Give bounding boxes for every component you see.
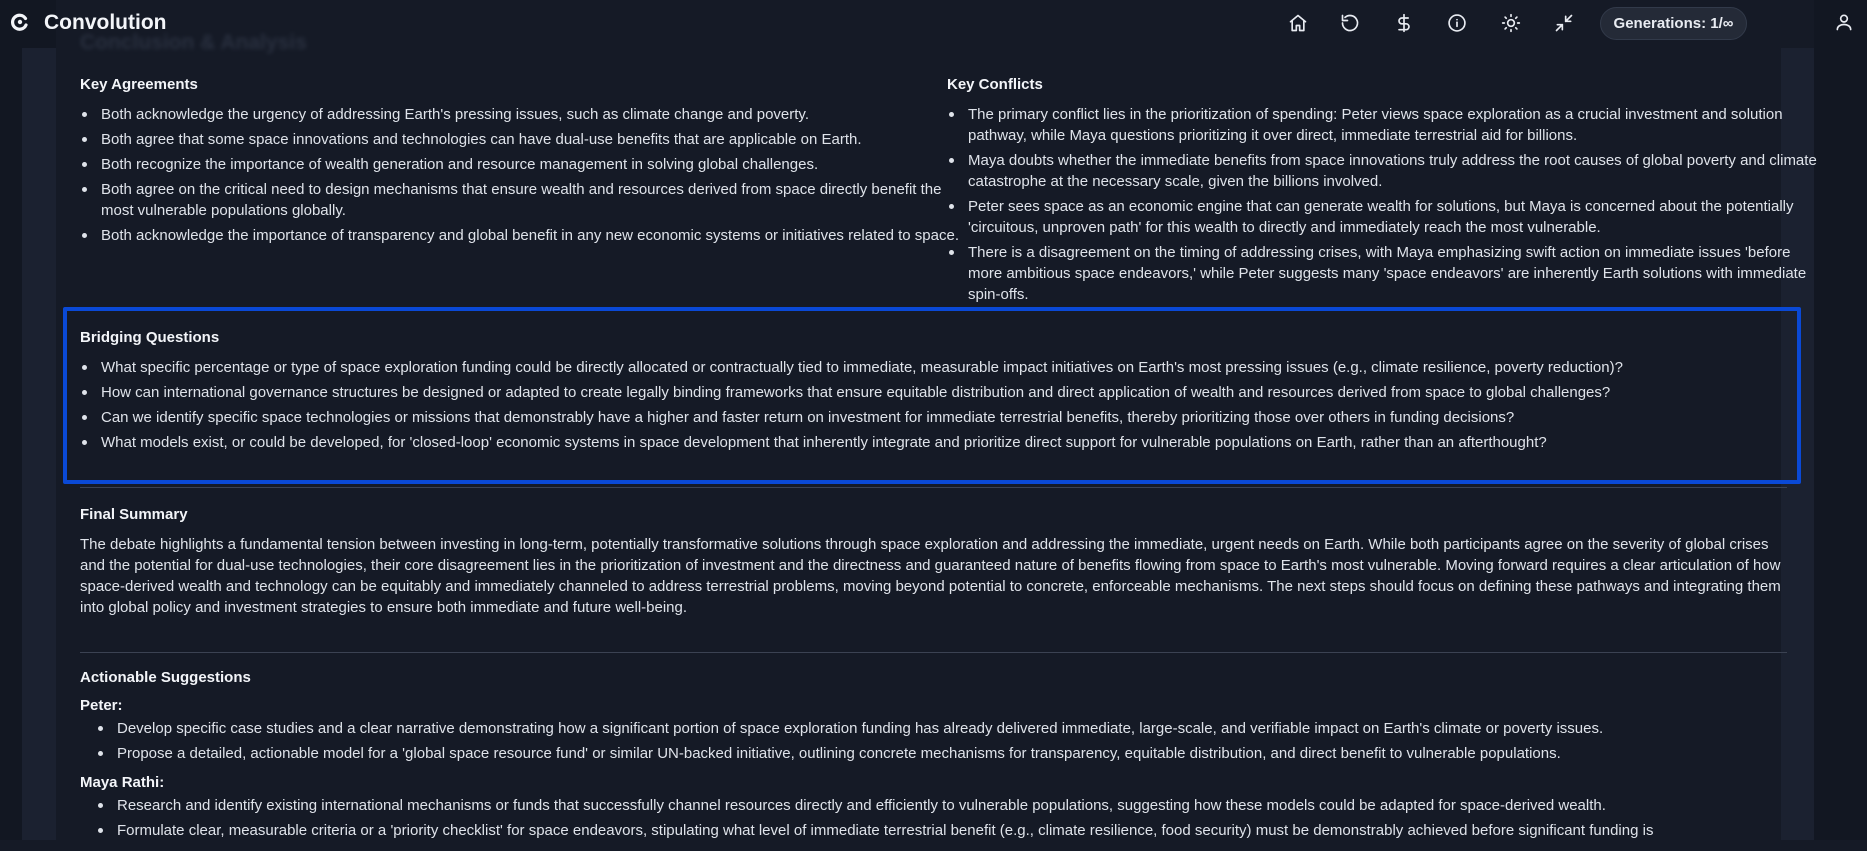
list-item: Propose a detailed, actionable model for…	[80, 743, 1790, 764]
peter-suggestions-list: Develop specific case studies and a clea…	[80, 718, 1790, 764]
bridging-questions-title: Bridging Questions	[80, 329, 220, 346]
list-item: Both agree that some space innovations a…	[80, 129, 960, 150]
key-agreements-section: Key Agreements Both acknowledge the urge…	[80, 76, 960, 250]
bridging-questions-section[interactable]: Bridging Questions What specific percent…	[63, 307, 1801, 484]
list-item: Develop specific case studies and a clea…	[80, 718, 1790, 739]
collapse-icon[interactable]	[1553, 12, 1575, 34]
list-item: Both acknowledge the urgency of addressi…	[80, 104, 960, 125]
actionable-suggestions-section: Actionable Suggestions Peter: Develop sp…	[80, 669, 1790, 851]
faded-section-heading: Conclusion & Analysis	[80, 31, 307, 54]
sun-icon[interactable]	[1500, 12, 1522, 34]
list-item: Research and identify existing internati…	[80, 795, 1790, 816]
home-icon[interactable]	[1287, 12, 1309, 34]
key-agreements-title: Key Agreements	[80, 76, 198, 93]
user-icon[interactable]	[1834, 12, 1854, 32]
list-item: What specific percentage or type of spac…	[80, 357, 1797, 378]
list-item: Maya doubts whether the immediate benefi…	[947, 150, 1817, 192]
left-strip	[22, 48, 56, 840]
divider	[80, 487, 1787, 488]
list-item: Both agree on the critical need to desig…	[80, 179, 960, 221]
list-item: Both recognize the importance of wealth …	[80, 154, 960, 175]
list-item: How can international governance structu…	[80, 382, 1797, 403]
key-conflicts-list: The primary conflict lies in the priorit…	[947, 104, 1817, 305]
logo-icon[interactable]	[10, 12, 30, 32]
final-summary-text: The debate highlights a fundamental tens…	[80, 536, 1781, 616]
list-item: There is a disagreement on the timing of…	[947, 242, 1817, 305]
refresh-icon[interactable]	[1339, 12, 1361, 34]
actionable-suggestions-title: Actionable Suggestions	[80, 669, 251, 686]
final-summary-section: Final Summary The debate highlights a fu…	[80, 506, 1790, 618]
right-gutter	[1814, 0, 1867, 840]
dollar-icon[interactable]	[1393, 12, 1415, 34]
final-summary-title: Final Summary	[80, 506, 188, 523]
key-conflicts-section: Key Conflicts The primary conflict lies …	[947, 76, 1817, 309]
info-icon[interactable]	[1446, 12, 1468, 34]
list-item: Formulate clear, measurable criteria or …	[80, 820, 1790, 841]
divider	[80, 652, 1787, 653]
participant-name: Maya Rathi:	[80, 774, 165, 791]
list-item: What models exist, or could be developed…	[80, 432, 1797, 453]
key-conflicts-title: Key Conflicts	[947, 76, 1043, 93]
key-agreements-list: Both acknowledge the urgency of addressi…	[80, 104, 960, 246]
list-item: Can we identify specific space technolog…	[80, 407, 1797, 428]
participant-name: Peter:	[80, 697, 123, 714]
maya-suggestions-list: Research and identify existing internati…	[80, 795, 1790, 841]
list-item: The primary conflict lies in the priorit…	[947, 104, 1817, 146]
generations-badge[interactable]: Generations: 1/∞	[1600, 7, 1747, 40]
analysis-content: Key Agreements Both acknowledge the urge…	[56, 48, 1817, 840]
list-item: Peter sees space as an economic engine t…	[947, 196, 1817, 238]
list-item: Both acknowledge the importance of trans…	[80, 225, 960, 246]
top-bar: Convolution Conclusion & Analysis Genera…	[0, 0, 1867, 54]
bridging-questions-list: What specific percentage or type of spac…	[80, 357, 1797, 453]
